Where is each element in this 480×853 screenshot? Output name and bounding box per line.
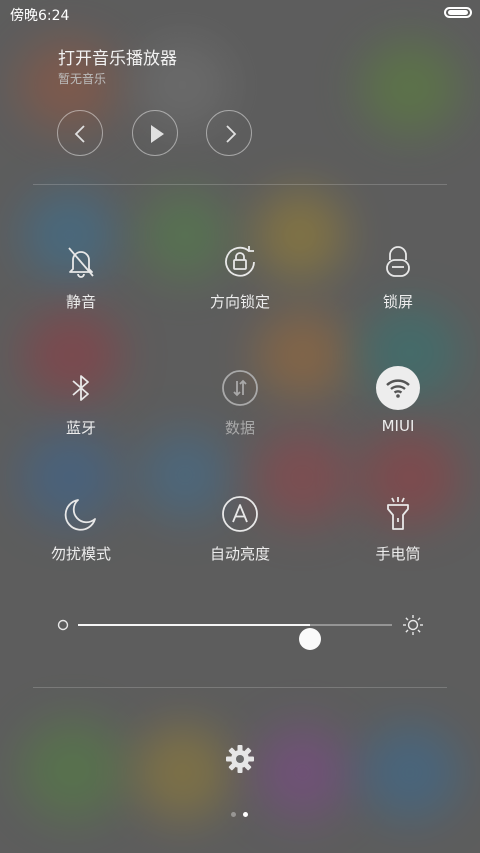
brightness-track[interactable] xyxy=(78,624,392,650)
toggle-auto-brightness[interactable]: 自动亮度 xyxy=(180,492,300,582)
toggle-bluetooth[interactable]: 蓝牙 xyxy=(21,366,141,456)
toggle-label: 锁屏 xyxy=(382,293,413,311)
mobile-data-icon xyxy=(222,370,258,406)
bell-muted-icon xyxy=(68,247,94,278)
toggle-wifi[interactable]: MIUI xyxy=(338,366,458,456)
brightness-slider[interactable] xyxy=(56,610,428,650)
toggle-lock-screen[interactable]: 锁屏 xyxy=(338,240,458,330)
previous-button[interactable] xyxy=(57,110,103,156)
page-dot[interactable] xyxy=(231,812,236,817)
auto-brightness-icon xyxy=(222,496,258,532)
toggle-do-not-disturb[interactable]: 勿扰模式 xyxy=(21,492,141,582)
divider xyxy=(33,184,447,185)
brightness-fill xyxy=(78,624,311,626)
toggle-label: 自动亮度 xyxy=(209,545,270,563)
flashlight-icon xyxy=(387,497,409,530)
bluetooth-icon xyxy=(72,375,89,401)
toggle-label: 方向锁定 xyxy=(209,293,270,311)
previous-icon xyxy=(74,125,85,143)
toggle-silent[interactable]: 静音 xyxy=(21,240,141,330)
status-bar: 傍晚6:24 xyxy=(0,0,480,28)
toggle-rotation-lock[interactable]: 方向锁定 xyxy=(180,240,300,330)
moon-icon xyxy=(64,499,96,531)
divider xyxy=(33,687,447,688)
sun-icon xyxy=(403,615,423,635)
battery-full-icon xyxy=(444,7,472,18)
toggle-label: 数据 xyxy=(224,419,255,437)
next-icon xyxy=(226,125,237,143)
brightness-low-icon xyxy=(57,619,69,631)
lock-icon xyxy=(386,246,410,277)
music-title[interactable]: 打开音乐播放器 xyxy=(58,44,177,69)
play-button[interactable] xyxy=(132,110,178,156)
status-time: 傍晚6:24 xyxy=(10,8,70,24)
music-subtitle: 暂无音乐 xyxy=(58,72,107,86)
rotation-lock-icon xyxy=(225,246,255,277)
wifi-icon xyxy=(386,379,410,398)
next-button[interactable] xyxy=(206,110,252,156)
page-dot-active[interactable] xyxy=(243,812,248,817)
toggle-mobile-data[interactable]: 数据 xyxy=(180,366,300,456)
toggle-flashlight[interactable]: 手电筒 xyxy=(338,492,458,582)
toggle-label: MIUI xyxy=(381,417,415,435)
play-icon xyxy=(151,125,164,143)
toggle-label: 蓝牙 xyxy=(65,419,96,437)
toggle-label: 静音 xyxy=(65,293,96,311)
gear-icon[interactable] xyxy=(224,743,256,775)
toggle-label: 手电筒 xyxy=(375,545,421,563)
toggle-label: 勿扰模式 xyxy=(50,545,111,563)
